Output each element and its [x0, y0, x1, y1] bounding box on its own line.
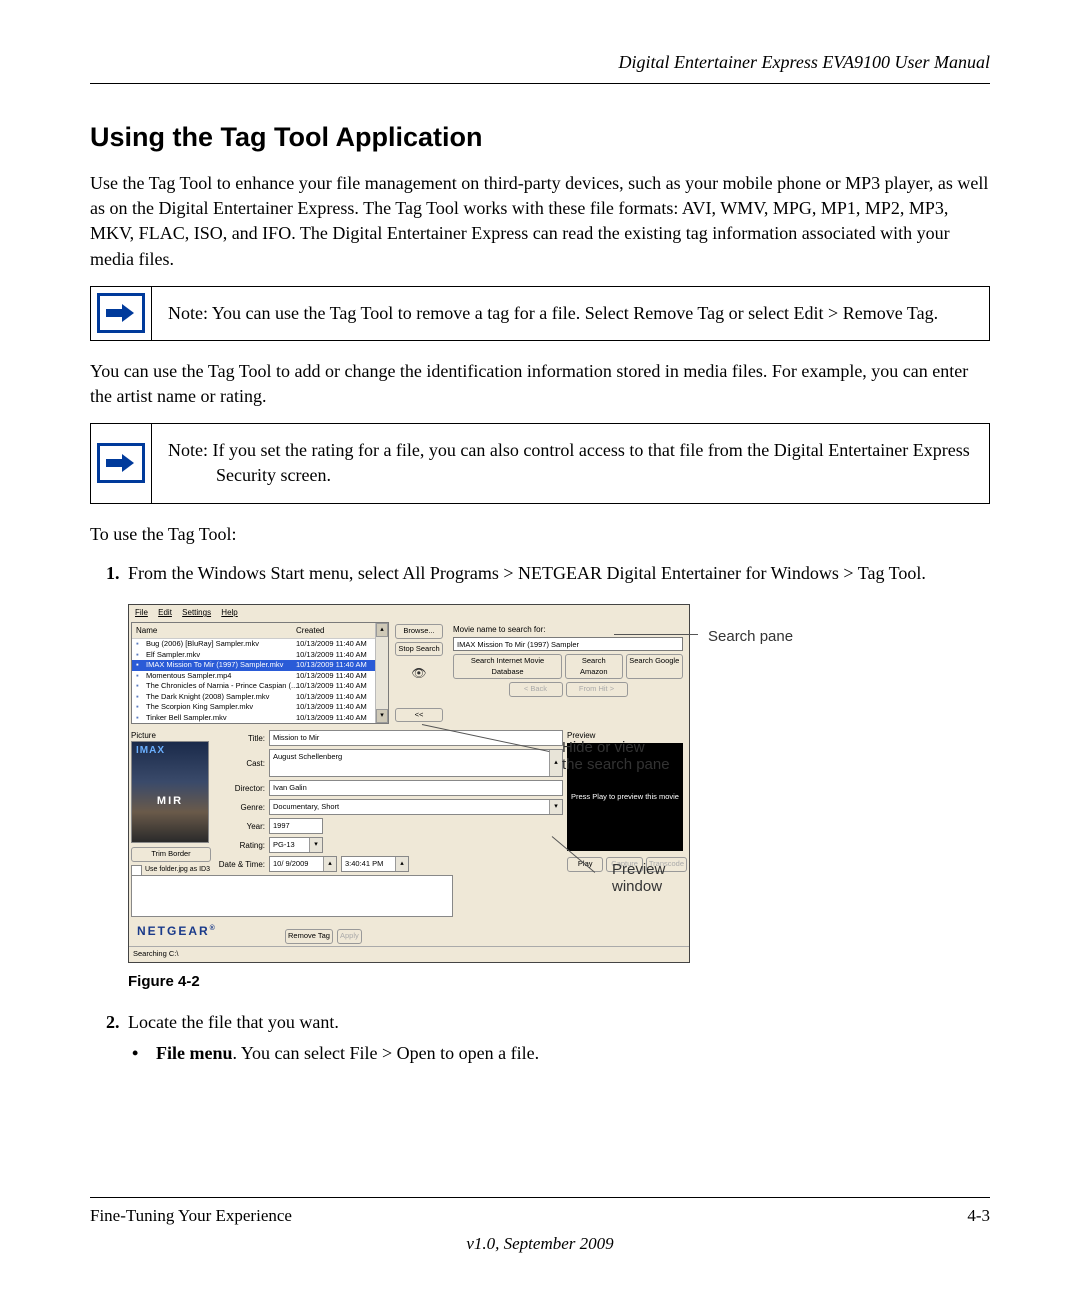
- step-1: From the Windows Start menu, select All …: [124, 561, 990, 992]
- datetime-label: Date & Time:: [217, 859, 265, 870]
- col-name[interactable]: Name: [136, 625, 296, 636]
- note-text-1: Note: You can use the Tag Tool to remove…: [152, 287, 989, 340]
- footer-page-number: 4-3: [967, 1204, 990, 1228]
- date-input[interactable]: 10/ 9/2009▴: [269, 856, 337, 872]
- search-pane: Movie name to search for: IMAX Mission T…: [449, 622, 687, 724]
- figure-caption: Figure 4-2: [128, 971, 990, 992]
- scroll-up-icon[interactable]: ▴: [376, 623, 388, 637]
- cast-input[interactable]: August Schellenberg▴: [269, 749, 563, 777]
- picture-label: Picture: [131, 730, 211, 741]
- spinner-icon[interactable]: ▴: [395, 857, 408, 871]
- year-label: Year:: [217, 821, 265, 832]
- note-icon-cell: [91, 424, 152, 502]
- collapse-button[interactable]: <<: [395, 708, 443, 723]
- callout-search-pane: Search pane: [708, 626, 793, 647]
- year-input[interactable]: 1997: [269, 818, 323, 834]
- eye-icon: 👁: [395, 665, 443, 682]
- callout-hide-view: Hide or viewthe search pane: [562, 740, 670, 773]
- paragraph-3: To use the Tag Tool:: [90, 522, 990, 547]
- title-label: Title:: [217, 733, 265, 744]
- step-2: Locate the file that you want. File menu…: [124, 1010, 990, 1066]
- scroll-down-icon[interactable]: ▾: [376, 709, 388, 723]
- from-hit-button[interactable]: From Hit >: [566, 682, 628, 697]
- genre-select[interactable]: Documentary, Short▾: [269, 799, 563, 815]
- cast-label: Cast:: [217, 758, 265, 769]
- rating-select[interactable]: PG-13▾: [269, 837, 323, 853]
- note-icon-cell: [91, 287, 152, 340]
- poster-image: IMAX MIR: [131, 741, 209, 843]
- trim-border-button[interactable]: Trim Border: [131, 847, 211, 862]
- note-box-2: Note: If you set the rating for a file, …: [90, 423, 990, 503]
- arrow-icon: [97, 293, 145, 333]
- table-row[interactable]: ▪Bug (2006) [BluRay] Sampler.mkv10/13/20…: [132, 639, 388, 650]
- search-input[interactable]: IMAX Mission To Mir (1997) Sampler: [453, 637, 683, 651]
- director-input[interactable]: Ivan Galin: [269, 780, 563, 796]
- rating-label: Rating:: [217, 840, 265, 851]
- file-list[interactable]: Name Created Size ▪Bug (2006) [BluRay] S…: [131, 622, 389, 724]
- browse-button[interactable]: Browse...: [395, 624, 443, 639]
- director-label: Director:: [217, 783, 265, 794]
- footer-left: Fine-Tuning Your Experience: [90, 1204, 292, 1228]
- spinner-icon[interactable]: ▴: [323, 857, 336, 871]
- scrollbar[interactable]: ▴ ▾: [375, 623, 388, 723]
- status-bar: Searching C:\: [129, 946, 689, 962]
- table-row[interactable]: ▪Momentous Sampler.mp410/13/2009 11:40 A…: [132, 671, 388, 682]
- time-input[interactable]: 3:40:41 PM▴: [341, 856, 409, 872]
- tag-tool-screenshot: File Edit Settings Help Name Created: [128, 604, 690, 962]
- table-row[interactable]: ▪Tinker Bell Sampler.mkv10/13/2009 11:40…: [132, 713, 388, 724]
- step-2-bullet-1: File menu. You can select File > Open to…: [156, 1041, 990, 1066]
- callout-preview: Previewwindow: [612, 862, 665, 895]
- stop-search-button[interactable]: Stop Search: [395, 642, 443, 657]
- footer-version: v1.0, September 2009: [90, 1232, 990, 1256]
- menu-edit[interactable]: Edit: [158, 608, 172, 617]
- search-google-button[interactable]: Search Google: [626, 654, 684, 679]
- menu-file[interactable]: File: [135, 608, 148, 617]
- note-text-2: Note: If you set the rating for a file, …: [152, 424, 989, 502]
- remove-tag-button[interactable]: Remove Tag: [285, 929, 333, 944]
- section-heading: Using the Tag Tool Application: [90, 119, 990, 157]
- menu-help[interactable]: Help: [221, 608, 237, 617]
- paragraph-2: You can use the Tag Tool to add or chang…: [90, 359, 990, 409]
- table-row[interactable]: ▪The Dark Knight (2008) Sampler.mkv10/13…: [132, 692, 388, 703]
- arrow-icon: [97, 443, 145, 483]
- menubar[interactable]: File Edit Settings Help: [129, 605, 689, 620]
- genre-label: Genre:: [217, 802, 265, 813]
- table-row[interactable]: ▪Elf Sampler.mkv10/13/2009 11:40 AM50.1 …: [132, 650, 388, 661]
- netgear-logo: NETGEAR®: [137, 923, 217, 940]
- chevron-down-icon[interactable]: ▾: [309, 838, 322, 852]
- chevron-down-icon[interactable]: ▾: [549, 800, 562, 814]
- note-box-1: Note: You can use the Tag Tool to remove…: [90, 286, 990, 341]
- search-amazon-button[interactable]: Search Amazon: [565, 654, 623, 679]
- page-header: Digital Entertainer Express EVA9100 User…: [90, 50, 990, 84]
- menu-settings[interactable]: Settings: [182, 608, 211, 617]
- synopsis-textarea[interactable]: [131, 875, 453, 917]
- apply-button[interactable]: Apply: [337, 929, 362, 944]
- table-row[interactable]: ▪The Chronicles of Narnia - Prince Caspi…: [132, 681, 388, 692]
- back-button[interactable]: < Back: [509, 682, 563, 697]
- search-imdb-button[interactable]: Search Internet Movie Database: [453, 654, 562, 679]
- table-row[interactable]: ▪The Scorpion King Sampler.mkv10/13/2009…: [132, 702, 388, 713]
- intro-paragraph: Use the Tag Tool to enhance your file ma…: [90, 171, 990, 272]
- chevron-up-icon[interactable]: ▴: [549, 750, 562, 776]
- table-row-selected[interactable]: ▪IMAX Mission To Mir (1997) Sampler.mkv1…: [132, 660, 388, 671]
- screenshot-wrapper: File Edit Settings Help Name Created: [128, 604, 690, 962]
